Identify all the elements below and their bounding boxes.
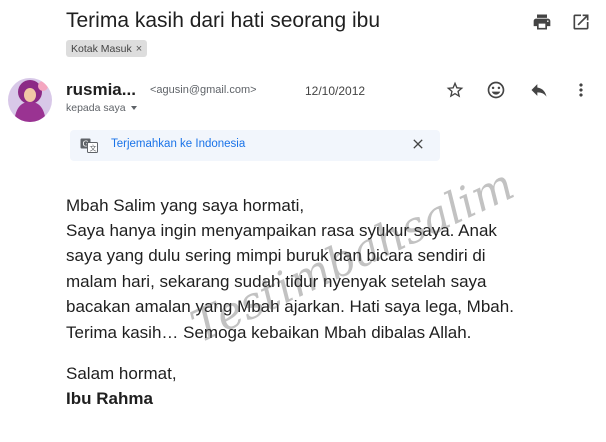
remove-label-button[interactable]: ×	[136, 43, 142, 55]
label-chip-text: Kotak Masuk	[71, 42, 132, 55]
reply-icon[interactable]	[529, 80, 549, 100]
translate-bar: G 文 Terjemahkan ke Indonesia	[70, 130, 440, 161]
body-line: Mbah Salim yang saya hormati,	[66, 196, 305, 215]
sender-name[interactable]: rusmia...	[66, 80, 136, 100]
body-line: malam hari, sekarang sudah tidur nyenyak…	[66, 272, 487, 291]
body-line: saya yang dulu sering mimpi buruk dan bi…	[66, 246, 486, 265]
closing-line: Salam hormat,	[66, 364, 177, 383]
body-line: Terima kasih… Semoga kebaikan Mbah dibal…	[66, 323, 472, 342]
translate-icon: G 文	[80, 138, 98, 153]
body-line: Saya hanya ingin menyampaikan rasa syuku…	[66, 221, 497, 240]
message-date: 12/10/2012	[305, 84, 366, 98]
more-vert-icon[interactable]	[571, 80, 591, 100]
close-translate-icon[interactable]	[410, 136, 426, 152]
star-icon[interactable]	[445, 80, 465, 100]
svg-text:文: 文	[90, 144, 97, 153]
emoji-react-icon[interactable]	[486, 80, 506, 100]
translate-link[interactable]: Terjemahkan ke Indonesia	[111, 138, 245, 150]
label-chip-inbox[interactable]: Kotak Masuk ×	[66, 40, 148, 57]
signature: Ibu Rahma	[66, 389, 153, 408]
recipient-label: kepada saya	[66, 102, 126, 114]
email-subject: Terima kasih dari hati seorang ibu	[66, 9, 380, 32]
sender-email: <agusin@gmail.com>	[150, 84, 257, 96]
print-icon[interactable]	[532, 12, 552, 32]
sender-avatar[interactable]	[8, 78, 52, 122]
chevron-down-icon	[130, 106, 137, 110]
open-in-new-window-icon[interactable]	[571, 12, 591, 32]
body-line: bacakan amalan yang Mbah ajarkan. Hati s…	[66, 297, 514, 316]
recipient-details-toggle[interactable]: kepada saya	[66, 102, 137, 114]
